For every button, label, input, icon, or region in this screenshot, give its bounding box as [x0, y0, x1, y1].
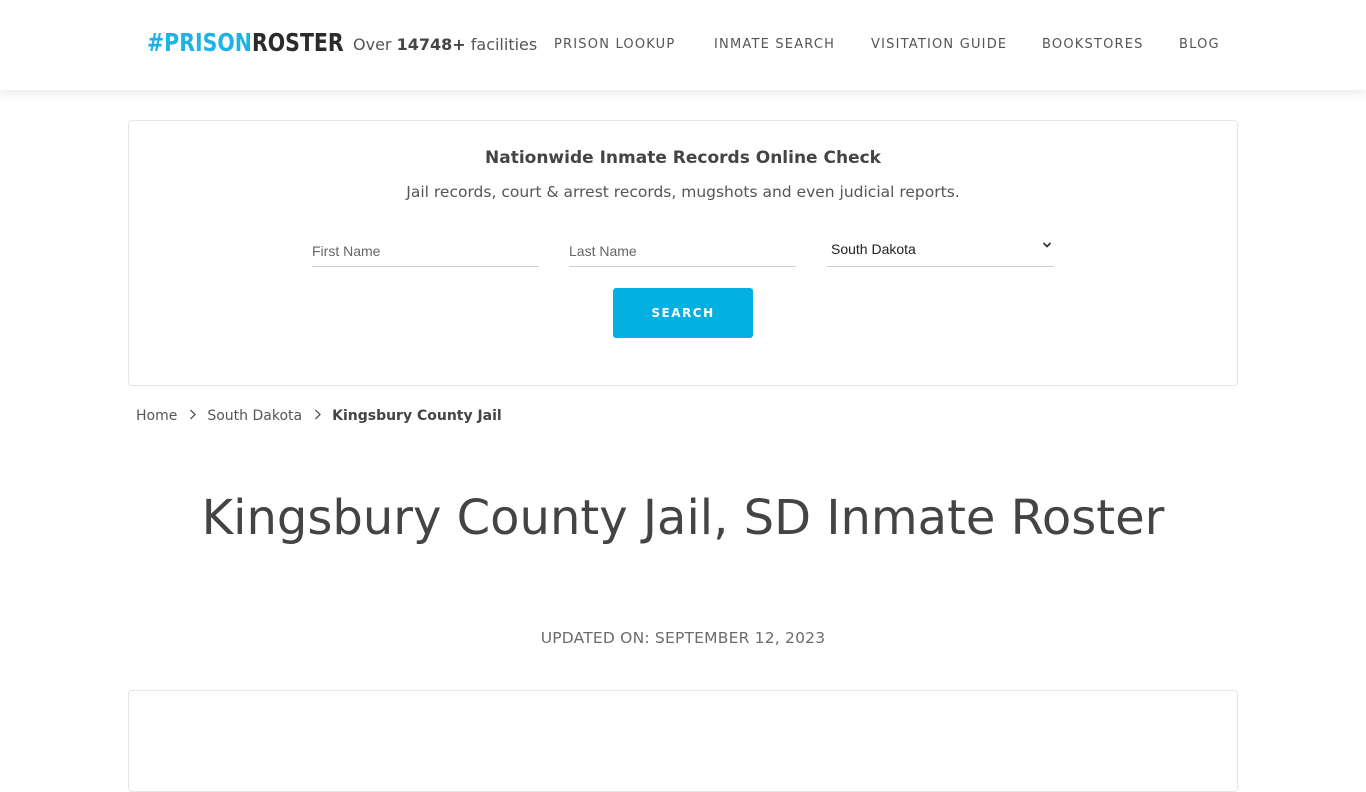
chevron-right-icon [189, 408, 197, 424]
site-logo[interactable]: #PRISONROSTER [147, 28, 344, 58]
nav-inmate-search[interactable]: INMATE SEARCH [714, 37, 835, 53]
nav-bookstores[interactable]: BOOKSTORES [1042, 37, 1144, 53]
nav-visitation-guide[interactable]: VISITATION GUIDE [871, 37, 1007, 53]
state-select-value: South Dakota [831, 241, 916, 257]
site-header: #PRISONROSTER Over 14748+ facilities PRI… [0, 0, 1366, 90]
first-name-input[interactable] [312, 236, 539, 267]
state-select[interactable]: South Dakota [827, 236, 1054, 267]
last-name-input[interactable] [569, 236, 796, 267]
page-title: Kingsbury County Jail, SD Inmate Roster [201, 490, 1165, 546]
breadcrumb-home[interactable]: Home [136, 408, 177, 424]
breadcrumb-current: Kingsbury County Jail [332, 408, 502, 424]
search-card-subtitle: Jail records, court & arrest records, mu… [406, 183, 960, 201]
search-card-title: Nationwide Inmate Records Online Check [485, 148, 881, 168]
facilities-number: 14748+ [396, 35, 466, 54]
nav-blog[interactable]: BLOG [1179, 37, 1220, 53]
inmate-search-card: Nationwide Inmate Records Online Check J… [128, 120, 1238, 386]
chevron-right-icon [314, 408, 322, 424]
facilities-count: Over 14748+ facilities [353, 34, 537, 56]
logo-prison-text: #PRISON [147, 28, 252, 57]
updated-date: UPDATED ON: SEPTEMBER 12, 2023 [540, 629, 826, 647]
chevron-down-icon [1042, 239, 1052, 254]
content-card [128, 690, 1238, 792]
logo-roster-text: ROSTER [251, 28, 344, 57]
breadcrumb-state[interactable]: South Dakota [207, 408, 302, 424]
facilities-suffix: facilities [470, 35, 538, 54]
search-button[interactable]: SEARCH [613, 288, 753, 338]
breadcrumb: Home South Dakota Kingsbury County Jail [136, 408, 502, 424]
nav-prison-lookup[interactable]: PRISON LOOKUP [554, 37, 675, 53]
facilities-prefix: Over [353, 35, 392, 54]
